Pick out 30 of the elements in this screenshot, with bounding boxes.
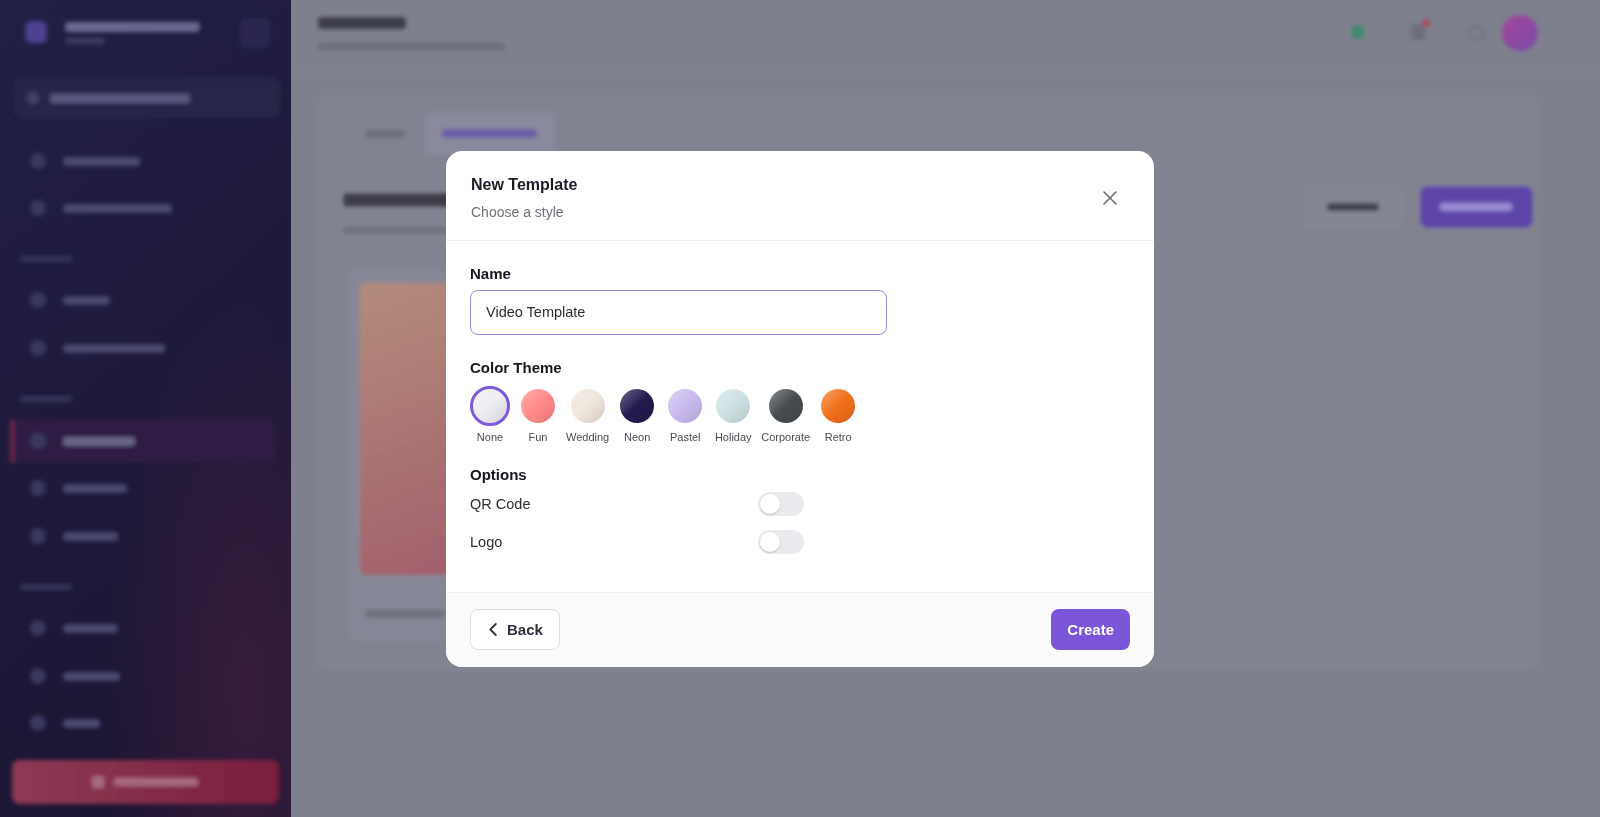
dialog-subtitle: Choose a style [471,202,565,222]
theme-label: None [476,429,504,444]
section-label: Options [470,464,528,485]
option-label: Logo [470,532,504,552]
theme-label: Retro [824,429,852,444]
theme-label: Fun [528,429,548,444]
color-swatch-icon[interactable] [768,388,803,423]
theme-label: Pastel [669,429,701,444]
theme-label: Corporate [761,429,811,444]
theme-label: Holiday [714,429,752,444]
option-label: QR Code [470,494,532,514]
back-button[interactable]: Back [470,608,560,650]
chevron-left-icon [489,622,497,636]
color-swatch-icon[interactable] [521,388,555,423]
color-swatch-icon[interactable] [821,388,856,423]
theme-label: Neon [624,429,651,444]
toggle-switch[interactable] [758,529,804,554]
field-label: Name [470,263,512,284]
name-input[interactable]: Video Template [470,289,887,335]
color-swatch-icon[interactable] [716,388,751,423]
color-swatch-icon[interactable] [570,388,605,423]
color-swatch-icon[interactable] [470,385,510,426]
section-label: Color Theme [470,357,563,378]
create-button[interactable]: Create [1051,608,1130,650]
close-icon [1103,191,1117,205]
dialog-title: New Template [471,174,578,195]
toggle-switch[interactable] [758,491,804,516]
color-swatch-icon[interactable] [668,388,703,423]
theme-label: Wedding [566,429,610,444]
color-swatch-icon[interactable] [620,388,655,423]
